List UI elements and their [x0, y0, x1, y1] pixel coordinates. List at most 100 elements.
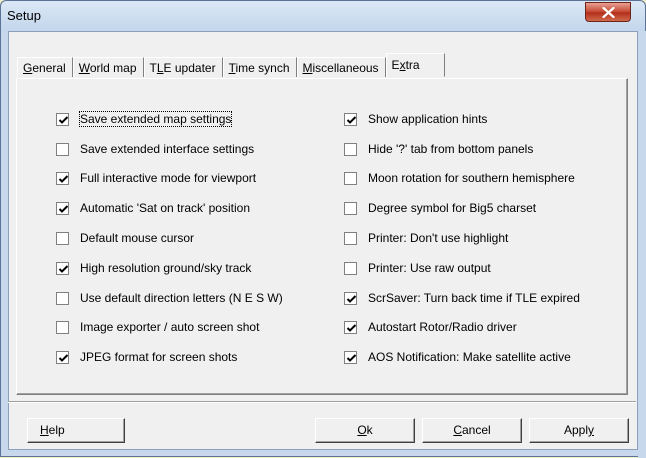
checkbox[interactable]: [344, 291, 357, 305]
option-label: Printer: Don't use highlight: [368, 231, 509, 245]
option-default-direction-letters[interactable]: Use default direction letters (N E S W): [56, 289, 283, 307]
cancel-mnemonic: C: [453, 423, 462, 437]
ok-button[interactable]: Ok: [315, 418, 415, 443]
checkmark-icon: [58, 115, 69, 124]
option-printer-no-highlight[interactable]: Printer: Don't use highlight: [344, 229, 508, 247]
ok-mnemonic: O: [357, 423, 367, 437]
help-button[interactable]: Help: [27, 418, 125, 443]
tab-general-mnemonic: G: [23, 61, 33, 75]
option-automatic-sat-on-track[interactable]: Automatic 'Sat on track' position: [56, 199, 250, 217]
checkmark-icon: [58, 353, 69, 362]
tab-miscellaneous-label: iscellaneous: [312, 61, 379, 75]
option-hide-question-tab[interactable]: Hide '?' tab from bottom panels: [344, 140, 533, 158]
checkbox[interactable]: [56, 201, 69, 215]
close-button[interactable]: [585, 2, 631, 22]
tab-time-synch[interactable]: Time synch: [222, 57, 297, 77]
tab-tle-updater-label: E updater: [163, 61, 216, 75]
option-save-extended-map-settings[interactable]: Save extended map settings: [56, 110, 233, 128]
option-label: AOS Notification: Make satellite active: [368, 350, 571, 364]
tab-miscellaneous-mnemonic: M: [302, 61, 313, 75]
checkbox[interactable]: [344, 231, 357, 245]
option-label: Full interactive mode for viewport: [80, 171, 257, 185]
option-printer-raw-output[interactable]: Printer: Use raw output: [344, 259, 491, 277]
option-label: Printer: Use raw output: [368, 261, 491, 275]
option-label: Autostart Rotor/Radio driver: [368, 320, 517, 334]
option-label: Image exporter / auto screen shot: [80, 320, 260, 334]
title-bar[interactable]: Setup: [1, 1, 645, 31]
checkbox[interactable]: [344, 320, 357, 334]
checkbox[interactable]: [344, 171, 357, 185]
tab-extra-label: tra: [405, 58, 420, 72]
option-aos-notification[interactable]: AOS Notification: Make satellite active: [344, 348, 571, 366]
option-label: Use default direction letters (N E S W): [80, 291, 283, 305]
option-full-interactive-mode[interactable]: Full interactive mode for viewport: [56, 169, 256, 187]
tab-miscellaneous[interactable]: Miscellaneous: [296, 57, 386, 77]
checkbox[interactable]: [344, 112, 357, 126]
option-label: Save extended interface settings: [80, 142, 255, 156]
help-mnemonic: H: [40, 423, 49, 437]
ok-label: k: [366, 423, 373, 437]
tab-extra-prefix: E: [391, 58, 400, 72]
checkmark-icon: [346, 294, 357, 303]
tab-world-map-label: orld map: [89, 61, 137, 75]
checkbox[interactable]: [344, 350, 357, 364]
option-label: Default mouse cursor: [80, 231, 195, 245]
tab-time-synch-label: ime synch: [235, 61, 290, 75]
tab-world-map[interactable]: World map: [72, 57, 144, 77]
checkbox[interactable]: [56, 291, 69, 305]
apply-label: Appl: [563, 423, 589, 437]
checkbox[interactable]: [56, 320, 69, 334]
button-separator: [8, 401, 636, 403]
tab-extra[interactable]: Extra: [385, 53, 445, 77]
checkmark-icon: [58, 174, 69, 183]
checkbox[interactable]: [344, 201, 357, 215]
checkbox[interactable]: [56, 171, 69, 185]
tab-tle-updater-mnemonic: L: [156, 61, 164, 75]
checkbox[interactable]: [56, 142, 69, 156]
option-label: JPEG format for screen shots: [80, 350, 238, 364]
option-moon-rotation[interactable]: Moon rotation for southern hemisphere: [344, 169, 575, 187]
option-label: Degree symbol for Big5 charset: [368, 201, 537, 215]
option-label: Hide '?' tab from bottom panels: [368, 142, 534, 156]
checkmark-icon: [346, 323, 357, 332]
help-label: elp: [48, 423, 65, 437]
checkmark-icon: [346, 353, 357, 362]
option-degree-symbol-big5[interactable]: Degree symbol for Big5 charset: [344, 199, 536, 217]
checkbox[interactable]: [56, 261, 69, 275]
option-high-resolution-track[interactable]: High resolution ground/sky track: [56, 259, 251, 277]
cancel-button[interactable]: Cancel: [422, 418, 522, 443]
option-label: Automatic 'Sat on track' position: [80, 201, 250, 215]
option-default-mouse-cursor[interactable]: Default mouse cursor: [56, 229, 194, 247]
close-x-icon: [602, 7, 615, 18]
window-frame-right: [638, 31, 646, 458]
checkbox[interactable]: [56, 112, 69, 126]
tab-strip: General World map TLE updater Time synch…: [17, 53, 445, 77]
option-image-exporter[interactable]: Image exporter / auto screen shot: [56, 318, 259, 336]
checkmark-icon: [58, 264, 69, 273]
tab-tle-updater[interactable]: TLE updater: [143, 57, 223, 77]
option-jpeg-format[interactable]: JPEG format for screen shots: [56, 348, 237, 366]
tab-general[interactable]: General: [17, 57, 73, 77]
cancel-label: ancel: [461, 423, 491, 437]
tab-world-map-mnemonic: W: [78, 61, 90, 75]
checkbox[interactable]: [56, 231, 69, 245]
tab-tle-updater-prefix: T: [149, 61, 157, 75]
checkmark-icon: [58, 204, 69, 213]
checkbox[interactable]: [56, 350, 69, 364]
option-scrsaver-turn-back-time[interactable]: ScrSaver: Turn back time if TLE expired: [344, 289, 580, 307]
option-label: High resolution ground/sky track: [80, 261, 252, 275]
tab-general-label: eneral: [32, 61, 66, 75]
apply-mnemonic: y: [588, 423, 595, 437]
option-save-extended-interface-settings[interactable]: Save extended interface settings: [56, 140, 254, 158]
window-title: Setup: [7, 8, 41, 23]
checkmark-icon: [346, 115, 357, 124]
option-label: Moon rotation for southern hemisphere: [368, 171, 575, 185]
checkbox[interactable]: [344, 261, 357, 275]
option-label: Show application hints: [368, 112, 488, 126]
option-autostart-rotor-radio[interactable]: Autostart Rotor/Radio driver: [344, 318, 517, 336]
option-label: Save extended map settings: [78, 111, 233, 127]
checkbox[interactable]: [344, 142, 357, 156]
option-show-application-hints[interactable]: Show application hints: [344, 110, 487, 128]
option-label: ScrSaver: Turn back time if TLE expired: [368, 291, 580, 305]
apply-button[interactable]: Apply: [529, 418, 629, 443]
